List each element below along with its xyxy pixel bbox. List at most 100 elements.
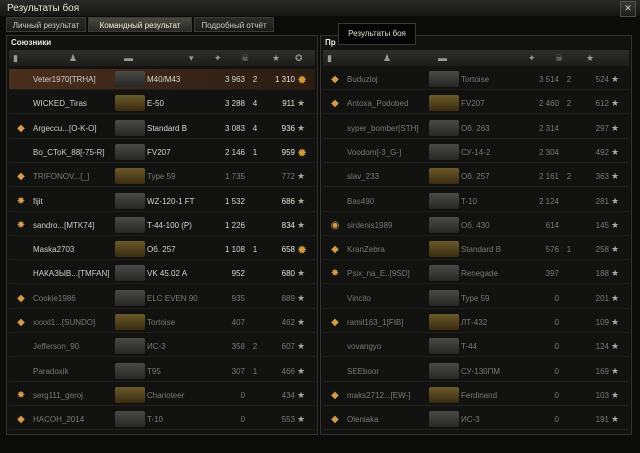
vehicle-name: Standard B (461, 245, 502, 255)
frags-header-icon[interactable]: ☠ (555, 53, 563, 64)
player-name: slav_233 (347, 172, 380, 182)
table-row[interactable]: Bas490 T-10 2 124 281 ★ (323, 191, 629, 212)
damage-value: 2 460 (538, 99, 559, 109)
table-row[interactable]: ✸ Psix_na_E..[9SD] Renegade 397 188 ★ (323, 263, 629, 285)
vehicle-name: FV207 (147, 147, 171, 157)
tank-image-icon (115, 289, 145, 306)
table-header: ▮ ♟ ▬ ✦ ☠ ★ (323, 50, 629, 66)
table-row[interactable]: ◆ Cookie1986 ELC EVEN 90 935 889 ★ (9, 288, 315, 309)
star-icon: ★ (297, 414, 306, 425)
tank-icon[interactable]: ▬ (438, 53, 447, 63)
table-row[interactable]: ◆ KranZebra Standard B 576 1 258 ★ (323, 239, 629, 261)
xp-value: 466 (281, 366, 295, 376)
vehicle-name: VK 45.02 A (147, 269, 188, 279)
table-row[interactable]: ✸ sandro...[MTK74] T-44-100 (P) 1 226 834 ★ (9, 215, 315, 236)
damage-value: 3 514 (538, 75, 559, 84)
damage-header-icon[interactable]: ✦ (214, 53, 222, 64)
table-row[interactable]: ◆ ramil163_1[FIB] ЛТ-432 0 109 ★ (323, 312, 629, 333)
tab-detailed-report[interactable]: Подробный отчёт (194, 17, 274, 32)
star-icon: ★ (297, 122, 306, 133)
allies-panel: Союзники ▮ ♟ ▬ ▾ ✦ ☠ ★ ✪ Veter1970[TRHA]… (6, 35, 318, 435)
vehicle-name: Renegade (461, 269, 498, 279)
damage-header-icon[interactable]: ✦ (528, 53, 536, 64)
tank-badge-icon[interactable]: ▮ (327, 53, 332, 64)
vehicle-name: СУ-130ПМ (461, 366, 501, 376)
tank-image-icon (429, 314, 459, 330)
table-row[interactable]: ◉ sirdenis1989 Об. 430 614 145 ★ (323, 215, 629, 236)
vehicle-name: ИС-3 (461, 415, 480, 425)
table-row[interactable]: ✸ serg111_geroj Charioteer 0 434 ★ (9, 385, 315, 406)
tab-team-result[interactable]: Командный результат (88, 17, 192, 32)
frags-header-icon[interactable]: ☠ (241, 53, 249, 64)
table-row[interactable]: WICKED_Tiras E-50 3 288 4 911 ★ (9, 93, 315, 115)
table-row[interactable]: Paradoxik T95 307 1 466 ★ (9, 361, 315, 382)
tank-icon[interactable]: ▬ (124, 53, 133, 63)
tank-image-icon (115, 314, 145, 330)
table-row[interactable]: Bo_CToK_88[-75-R] FV207 2 146 1 959 ✹ (9, 142, 315, 163)
table-row[interactable]: ◆ Buduzloj Tortoise 3 514 2 524 ★ (323, 69, 629, 90)
table-row[interactable]: Jefferson_90 ИС-3 358 2 607 ★ (9, 336, 315, 358)
table-row[interactable]: vovangyo T-44 0 124 ★ (323, 336, 629, 358)
damage-value: 935 (231, 293, 245, 303)
sort-arrow-icon[interactable]: ▾ (189, 53, 194, 64)
frags-value: 4 (252, 123, 258, 133)
player-badge-icon: ◆ (17, 292, 25, 304)
player-name: Veter1970[TRHA] (33, 75, 96, 84)
star-icon: ★ (611, 98, 620, 109)
damage-value: 1 108 (224, 245, 245, 255)
damage-value: 3 963 (224, 75, 245, 84)
star-icon: ★ (297, 341, 306, 352)
player-badge-icon: ◆ (17, 171, 25, 183)
star-icon: ★ (611, 219, 620, 230)
player-name: sandro...[MTK74] (33, 220, 95, 230)
table-row[interactable]: Maska2703 Об. 257 1 108 1 658 ✹ (9, 239, 315, 261)
table-row[interactable]: ◆ HACOH_2014 T-10 0 553 ★ (9, 409, 315, 431)
table-row[interactable]: Voodom[-3_G-] СУ-14-2 2 304 492 ★ (323, 142, 629, 163)
player-badge-icon: ◆ (17, 317, 25, 328)
vehicle-name: Type 59 (147, 172, 176, 182)
tank-image-icon (429, 71, 459, 87)
frags-value: 2 (252, 342, 258, 352)
table-row[interactable]: ◆ Oleniaka ИС-3 0 191 ★ (323, 409, 629, 431)
table-row[interactable]: ✸ fijit WZ-120-1 FT 1 532 686 ★ (9, 191, 315, 212)
table-row[interactable]: SEEboor СУ-130ПМ 0 169 ★ (323, 361, 629, 382)
tab-personal-result[interactable]: Личный результат (6, 17, 86, 32)
frags-value: 1 (566, 245, 572, 255)
medal-icon: ✹ (296, 243, 308, 258)
star-icon: ★ (611, 365, 620, 376)
player-name: KranZebra (347, 245, 385, 255)
tank-image-icon (429, 119, 459, 136)
medal-header-icon[interactable]: ✪ (295, 53, 303, 64)
frags-value: 1 (252, 147, 258, 157)
xp-value: 1 310 (274, 75, 295, 84)
xp-header-icon[interactable]: ★ (272, 53, 280, 64)
player-name: TRIFONOV...[_] (33, 172, 90, 182)
vehicle-name: Об. 257 (147, 245, 176, 255)
star-icon: ★ (611, 389, 620, 400)
damage-value: 614 (545, 220, 559, 230)
table-row[interactable]: ◆ Antoxa_Podobed FV207 2 460 2 612 ★ (323, 93, 629, 115)
tank-image-icon (429, 411, 459, 428)
table-row[interactable]: Veter1970[TRHA] M40/M43 3 963 2 1 310 ✹ (9, 69, 315, 90)
damage-value: 2 161 (538, 172, 559, 182)
table-row[interactable]: ◆ Argeccu...[O-K-O] Standard B 3 083 4 936 ★ (9, 118, 315, 139)
player-badge-icon: ◆ (331, 389, 339, 401)
player-icon[interactable]: ♟ (69, 53, 77, 64)
close-button[interactable]: ✕ (620, 1, 636, 17)
table-row[interactable]: ◆ xxxxl1...[SUNDO] Tortoise 407 462 ★ (9, 312, 315, 333)
player-icon[interactable]: ♟ (383, 53, 391, 64)
table-row[interactable]: ◆ maks2712...[EW-] Ferdinand 0 103 ★ (323, 385, 629, 406)
vehicle-name: Tortoise (461, 75, 490, 84)
table-row[interactable]: НАКАЗЫВ...[TMFAN] VK 45.02 A 952 680 ★ (9, 263, 315, 285)
table-row[interactable]: ◆ TRIFONOV...[_] Type 59 1 735 772 ★ (9, 166, 315, 188)
tank-image-icon (115, 71, 145, 87)
table-row[interactable]: Vincito Type 59 0 201 ★ (323, 288, 629, 309)
player-badge-icon: ◉ (330, 219, 340, 231)
tank-image-icon (429, 265, 459, 282)
tank-badge-icon[interactable]: ▮ (13, 53, 18, 64)
table-row[interactable]: slav_233 Об. 257 2 161 2 363 ★ (323, 166, 629, 188)
xp-header-icon[interactable]: ★ (586, 53, 594, 64)
vehicle-name: Об. 257 (461, 172, 490, 182)
player-badge-icon (15, 366, 27, 378)
table-row[interactable]: syper_bomber[STH] Об. 263 2 314 297 ★ (323, 118, 629, 139)
